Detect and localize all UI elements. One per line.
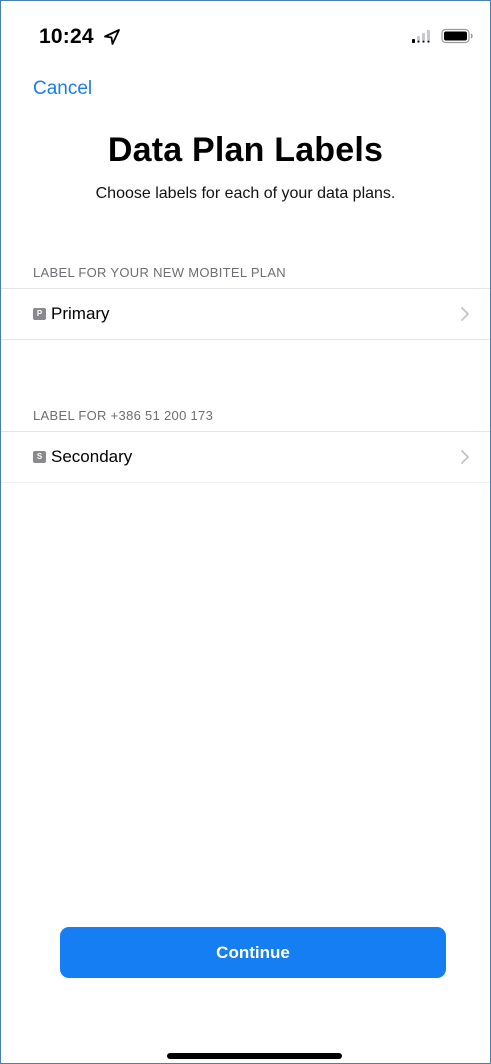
location-arrow-icon bbox=[104, 29, 120, 45]
badge-s: S bbox=[33, 451, 46, 463]
battery-icon bbox=[441, 28, 473, 44]
divider bbox=[1, 482, 490, 483]
continue-button[interactable]: Continue bbox=[60, 927, 446, 978]
cellular-signal-icon bbox=[412, 30, 430, 43]
chevron-right-icon bbox=[461, 307, 469, 321]
row-secondary[interactable]: S Secondary bbox=[1, 431, 490, 483]
section-header-secondary: LABEL FOR +386 51 200 173 bbox=[33, 408, 214, 423]
divider bbox=[1, 339, 490, 340]
badge-p: P bbox=[33, 308, 46, 320]
divider bbox=[1, 431, 490, 432]
status-time: 10:24 bbox=[39, 25, 94, 48]
section-header-primary: LABEL FOR YOUR NEW MOBITEL PLAN bbox=[33, 265, 286, 280]
chevron-right-icon bbox=[461, 450, 469, 464]
home-indicator bbox=[167, 1053, 342, 1059]
divider bbox=[1, 288, 490, 289]
cancel-button[interactable]: Cancel bbox=[33, 78, 92, 100]
row-label-secondary: Secondary bbox=[51, 447, 133, 466]
row-label-primary: Primary bbox=[51, 304, 110, 323]
status-bar: 10:24 bbox=[1, 1, 490, 71]
screen: 10:24 Cancel Data Plan Labels Choose lab… bbox=[0, 0, 491, 1064]
page-subtitle: Choose labels for each of your data plan… bbox=[95, 185, 396, 202]
row-primary[interactable]: P Primary bbox=[1, 288, 490, 340]
page-title: Data Plan Labels bbox=[107, 131, 384, 169]
